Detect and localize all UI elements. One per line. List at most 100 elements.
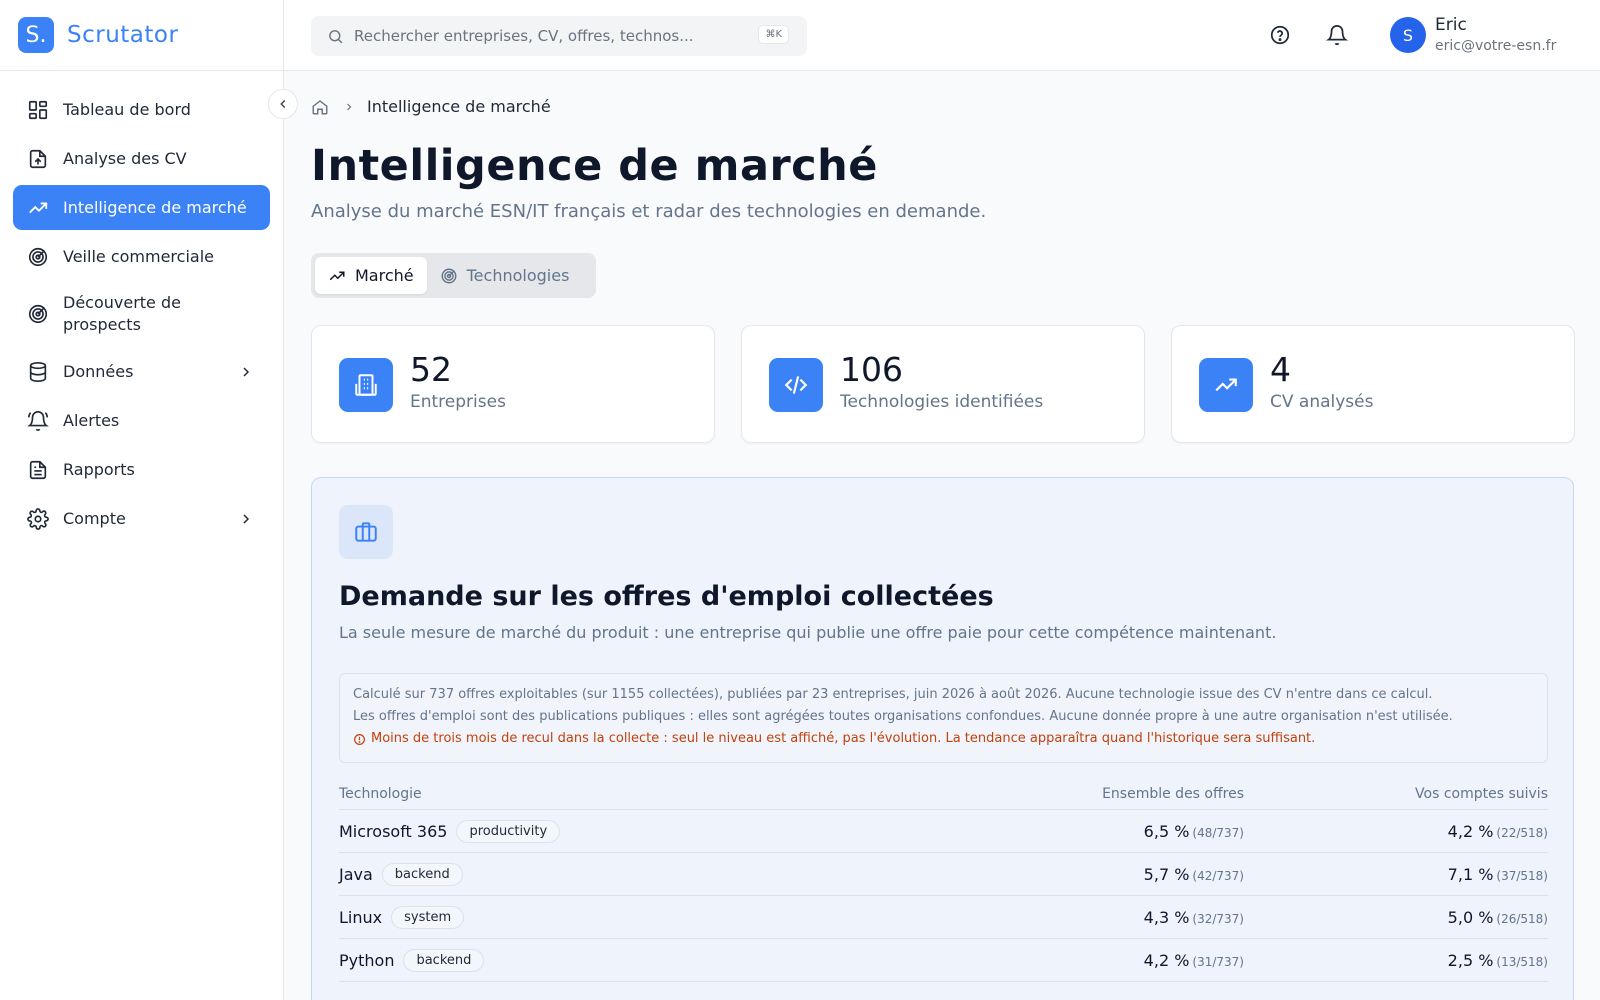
tech-category-tag: backend <box>381 862 463 886</box>
sidebar-item-reports[interactable]: Rapports <box>13 447 270 492</box>
column-header-all-offers[interactable]: Ensemble des offres <box>959 786 1244 802</box>
bell-icon[interactable] <box>1326 24 1348 46</box>
document-icon <box>29 460 47 479</box>
sidebar-item-data[interactable]: Données <box>13 349 270 394</box>
sidebar-item-label: Tableau de bord <box>63 99 191 119</box>
notice-line: Les offres d'emploi sont des publication… <box>353 709 1453 724</box>
all-offers-fraction: (48/737) <box>1192 825 1244 840</box>
tech-category-tag: productivity <box>456 819 561 843</box>
trending-up-icon <box>29 202 48 213</box>
brand[interactable]: S. Scrutator <box>0 0 283 71</box>
sidebar-item-prospect-discovery[interactable]: Découverte de prospects <box>13 283 270 345</box>
sidebar-nav: Tableau de bord Analyse des CV Intellige… <box>0 71 283 541</box>
panel-subtitle: La seule mesure de marché du produit : u… <box>339 623 1277 642</box>
tracked-accounts-fraction: (37/518) <box>1496 868 1548 883</box>
page-subtitle: Analyse du marché ESN/IT français et rad… <box>311 201 987 222</box>
search-input[interactable]: Rechercher entreprises, CV, offres, tech… <box>311 16 807 56</box>
radar-icon <box>441 268 457 283</box>
all-offers-pct: 4,3 % <box>1143 907 1190 927</box>
table-row[interactable]: Linux system 4,3 % (32/737) 5,0 % (26/518) <box>339 896 1548 939</box>
home-icon[interactable] <box>311 98 329 116</box>
all-offers-fraction: (31/737) <box>1192 954 1244 969</box>
stat-label: Technologies identifiées <box>840 392 1044 412</box>
sidebar-item-label: Compte <box>63 508 126 528</box>
notice-warning: Moins de trois mois de recul dans la col… <box>353 728 1534 750</box>
stat-icon-box <box>1199 358 1253 412</box>
panel-icon-box <box>339 505 393 559</box>
help-icon[interactable] <box>1269 24 1291 46</box>
search-placeholder: Rechercher entreprises, CV, offres, tech… <box>354 27 694 45</box>
tracked-accounts-pct: 4,2 % <box>1447 821 1494 841</box>
tech-name: Microsoft 365 <box>339 821 448 841</box>
column-header-technology[interactable]: Technologie <box>339 786 959 802</box>
brand-logo: S. <box>18 17 54 53</box>
all-offers-fraction: (42/737) <box>1192 868 1244 883</box>
tab-technologies[interactable]: Technologies <box>427 257 583 294</box>
avatar[interactable]: S <box>1390 17 1426 53</box>
sidebar-item-label: Analyse des CV <box>63 148 187 168</box>
code-icon <box>784 376 808 394</box>
user-name[interactable]: Eric <box>1435 15 1467 35</box>
sidebar-item-account[interactable]: Compte <box>13 496 270 541</box>
sidebar-item-market-intelligence[interactable]: Intelligence de marché <box>13 185 270 230</box>
bell-ring-icon <box>27 410 49 431</box>
tech-name: Linux <box>339 907 383 927</box>
tracked-accounts-fraction: (13/518) <box>1496 954 1548 969</box>
stat-card-companies: 52 Entreprises <box>311 325 715 443</box>
dashboard-icon <box>28 100 48 119</box>
tech-demand-table: Technologie Ensemble des offres Vos comp… <box>339 778 1548 982</box>
tech-category-tag: backend <box>403 948 485 972</box>
stat-card-technologies: 106 Technologies identifiées <box>741 325 1145 443</box>
chevron-right-icon <box>347 103 352 110</box>
stat-card-cvs: 4 CV analysés <box>1171 325 1575 443</box>
trending-up-icon <box>1215 378 1237 392</box>
chevron-right-icon <box>243 513 250 524</box>
tracked-accounts-pct: 2,5 % <box>1447 950 1494 970</box>
sidebar-item-commercial-watch[interactable]: Veille commerciale <box>13 234 270 279</box>
stat-icon-box <box>769 358 823 412</box>
job-demand-panel: Demande sur les offres d'emploi collecté… <box>311 477 1574 1000</box>
table-row[interactable]: Java backend 5,7 % (42/737) 7,1 % (37/518) <box>339 853 1548 896</box>
sidebar-item-cv-analysis[interactable]: Analyse des CV <box>13 136 270 181</box>
tracked-accounts-fraction: (22/518) <box>1496 825 1548 840</box>
notice-line: Calculé sur 737 offres exploitables (sur… <box>353 687 1433 702</box>
tab-market[interactable]: Marché <box>315 257 427 294</box>
chevron-right-icon <box>243 366 250 377</box>
stat-value: 52 <box>410 350 452 389</box>
tech-name: Python <box>339 950 395 970</box>
sidebar-item-alerts[interactable]: Alertes <box>13 398 270 443</box>
sidebar-item-label: Rapports <box>63 459 135 479</box>
tech-category-tag: system <box>391 905 465 929</box>
panel-title: Demande sur les offres d'emploi collecté… <box>339 581 994 612</box>
breadcrumb: Intelligence de marché <box>311 97 551 116</box>
search-icon <box>329 29 343 43</box>
breadcrumb-current: Intelligence de marché <box>367 97 551 116</box>
stat-label: Entreprises <box>410 392 506 412</box>
page-title: Intelligence de marché <box>311 141 878 191</box>
stat-value: 106 <box>840 350 903 389</box>
stat-icon-box <box>339 358 393 412</box>
table-row[interactable]: Python backend 4,2 % (31/737) 2,5 % (13/518… <box>339 939 1548 982</box>
gear-icon <box>27 507 49 530</box>
chevron-left-icon <box>280 100 286 108</box>
tab-label: Marché <box>355 266 414 285</box>
sidebar-item-label: Intelligence de marché <box>63 197 247 217</box>
radar-icon <box>28 247 48 266</box>
view-tabs: Marché Technologies <box>311 253 596 298</box>
all-offers-fraction: (32/737) <box>1192 911 1244 926</box>
calculation-notice: Calculé sur 737 offres exploitables (sur… <box>339 673 1548 763</box>
brand-name: Scrutator <box>67 22 179 48</box>
table-row[interactable]: Microsoft 365 productivity 6,5 % (48/737) … <box>339 810 1548 853</box>
sidebar-collapse-button[interactable] <box>268 89 298 119</box>
stat-value: 4 <box>1270 350 1291 389</box>
sidebar-item-label: Alertes <box>63 410 120 430</box>
sidebar-item-label: Veille commerciale <box>63 246 214 266</box>
all-offers-pct: 5,7 % <box>1143 864 1190 884</box>
sidebar-item-dashboard[interactable]: Tableau de bord <box>13 87 270 132</box>
column-header-tracked-accounts[interactable]: Vos comptes suivis <box>1244 786 1548 802</box>
topbar: Rechercher entreprises, CV, offres, tech… <box>284 0 1600 71</box>
trending-up-icon <box>329 271 345 280</box>
radar-icon <box>28 304 48 324</box>
sidebar: S. Scrutator Tableau de bord Analyse des… <box>0 0 284 1000</box>
table-header: Technologie Ensemble des offres Vos comp… <box>339 778 1548 810</box>
